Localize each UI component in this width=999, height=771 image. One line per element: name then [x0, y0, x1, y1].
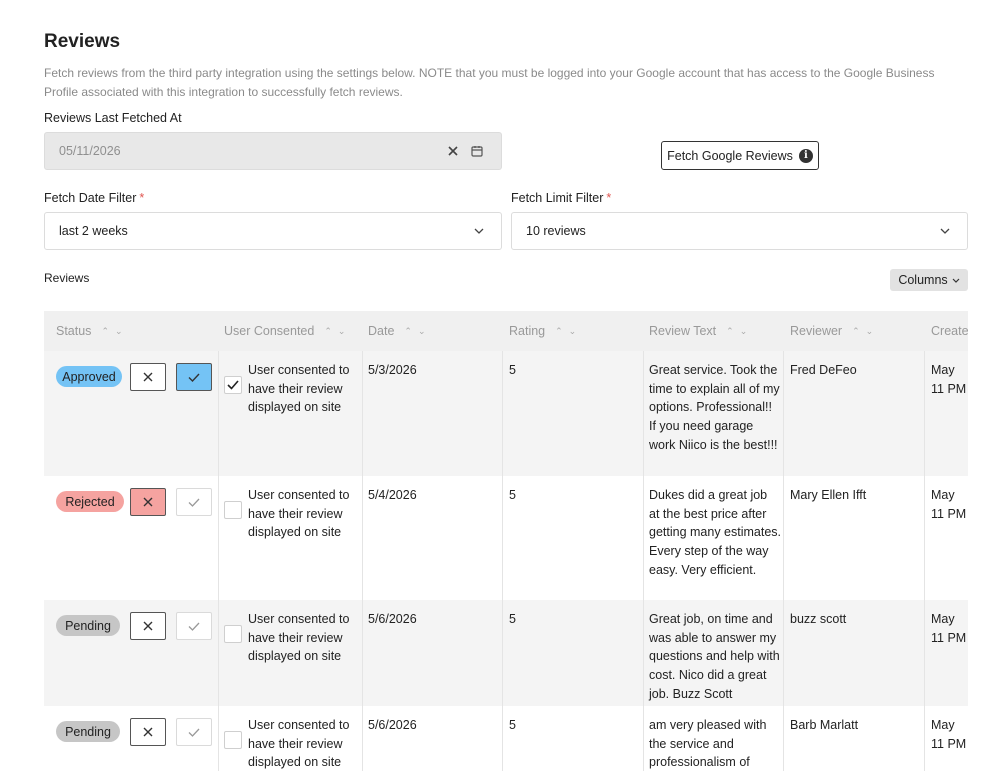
table-header: Status ⌃⌄ User Consented ⌃⌄ Date ⌃⌄ Rating ⌃…: [44, 311, 968, 351]
approve-button[interactable]: [176, 363, 212, 391]
header-date[interactable]: Date ⌃⌄: [368, 311, 432, 351]
review-text: am very pleased with the service and pro…: [649, 718, 767, 770]
chevron-down-icon: [935, 221, 955, 241]
calendar-icon[interactable]: [467, 141, 487, 161]
status-badge: Rejected: [56, 491, 124, 512]
reject-button[interactable]: [130, 718, 166, 746]
check-icon: [227, 380, 239, 390]
header-rating[interactable]: Rating ⌃⌄: [509, 311, 582, 351]
header-review-text[interactable]: Review Text ⌃⌄: [649, 311, 753, 351]
check-icon: [188, 728, 200, 737]
reviewer-name: Fred DeFeo: [790, 363, 857, 377]
close-icon: [143, 372, 153, 382]
consent-text: User consented to have their review disp…: [248, 612, 350, 664]
check-icon: [188, 498, 200, 507]
reject-button[interactable]: [130, 363, 166, 391]
header-created[interactable]: Created: [931, 311, 968, 351]
status-badge: Approved: [56, 366, 122, 387]
sort-icon: ⌃⌄: [404, 325, 432, 336]
header-reviewer[interactable]: Reviewer ⌃⌄: [790, 311, 879, 351]
sort-icon: ⌃⌄: [324, 325, 352, 336]
date-filter-select[interactable]: last 2 weeks: [44, 212, 502, 250]
consent-text: User consented to have their review disp…: [248, 363, 350, 415]
fetch-google-reviews-button[interactable]: Fetch Google Reviews i: [661, 141, 819, 170]
review-rating: 5: [509, 363, 516, 377]
header-consented[interactable]: User Consented ⌃⌄: [224, 311, 351, 351]
review-date: 5/6/2026: [368, 718, 417, 732]
last-fetched-field[interactable]: 05/11/2026: [44, 132, 502, 170]
reviewer-name: buzz scott: [790, 612, 847, 626]
review-rating: 5: [509, 612, 516, 626]
reviews-table: Status ⌃⌄ User Consented ⌃⌄ Date ⌃⌄ Rating ⌃…: [44, 311, 968, 771]
table-row: Approved User consented to have their re…: [44, 351, 968, 476]
close-icon: [143, 621, 153, 631]
consent-text: User consented to have their review disp…: [248, 488, 350, 540]
reviewer-name: Mary Ellen Ifft: [790, 488, 867, 502]
review-rating: 5: [509, 488, 516, 502]
required-mark: *: [606, 191, 612, 205]
approve-button[interactable]: [176, 718, 212, 746]
close-icon: [143, 727, 153, 737]
date-filter-label: Fetch Date Filter *: [44, 191, 145, 205]
columns-button-label: Columns: [898, 273, 948, 287]
page-title: Reviews: [44, 31, 121, 52]
table-row: Pending User consented to have their rev…: [44, 600, 968, 706]
table-row: Pending User consented to have their rev…: [44, 706, 968, 771]
review-date: 5/4/2026: [368, 488, 417, 502]
page-description: Fetch reviews from the third party integ…: [44, 66, 935, 99]
reviewer-name: Barb Marlatt: [790, 718, 859, 732]
consent-checkbox[interactable]: [224, 625, 242, 643]
created-at: May 11 PM: [931, 612, 967, 645]
status-badge: Pending: [56, 721, 120, 742]
header-status[interactable]: Status ⌃⌄: [56, 311, 129, 351]
review-text: Great service. Took the time to explain …: [649, 363, 780, 452]
last-fetched-value: 05/11/2026: [59, 144, 121, 158]
review-date: 5/3/2026: [368, 363, 417, 377]
chevron-down-icon: [952, 278, 960, 283]
review-text: Great job, on time and was able to answe…: [649, 612, 780, 701]
reviews-section-label: Reviews: [44, 271, 90, 285]
date-filter-value: last 2 weeks: [59, 224, 128, 238]
created-at: May 11 PM: [931, 488, 967, 521]
limit-filter-select[interactable]: 10 reviews: [511, 212, 968, 250]
reject-button[interactable]: [130, 488, 166, 516]
sort-icon: ⌃⌄: [852, 325, 880, 336]
check-icon: [188, 373, 200, 382]
review-text: Dukes did a great job at the best price …: [649, 488, 782, 577]
limit-filter-value: 10 reviews: [526, 224, 586, 238]
created-at: May 11 PM: [931, 363, 967, 396]
consent-checkbox[interactable]: [224, 376, 242, 394]
consent-checkbox[interactable]: [224, 731, 242, 749]
approve-button[interactable]: [176, 488, 212, 516]
required-mark: *: [139, 191, 145, 205]
reject-button[interactable]: [130, 612, 166, 640]
sort-icon: ⌃⌄: [726, 325, 754, 336]
approve-button[interactable]: [176, 612, 212, 640]
consent-text: User consented to have their review disp…: [248, 718, 350, 770]
status-badge: Pending: [56, 615, 120, 636]
sort-icon: ⌃⌄: [555, 325, 583, 336]
created-at: May 11 PM: [931, 718, 967, 751]
chevron-down-icon: [469, 221, 489, 241]
limit-filter-label: Fetch Limit Filter *: [511, 191, 612, 205]
last-fetched-label: Reviews Last Fetched At: [44, 111, 182, 125]
fetch-button-label: Fetch Google Reviews: [667, 148, 793, 163]
consent-checkbox[interactable]: [224, 501, 242, 519]
review-date: 5/6/2026: [368, 612, 417, 626]
check-icon: [188, 622, 200, 631]
sort-icon: ⌃⌄: [101, 325, 129, 336]
review-rating: 5: [509, 718, 516, 732]
clear-icon[interactable]: [443, 141, 463, 161]
table-row: Rejected User consented to have their re…: [44, 476, 968, 600]
close-icon: [143, 497, 153, 507]
info-icon: i: [798, 148, 813, 163]
columns-button[interactable]: Columns: [890, 269, 968, 291]
